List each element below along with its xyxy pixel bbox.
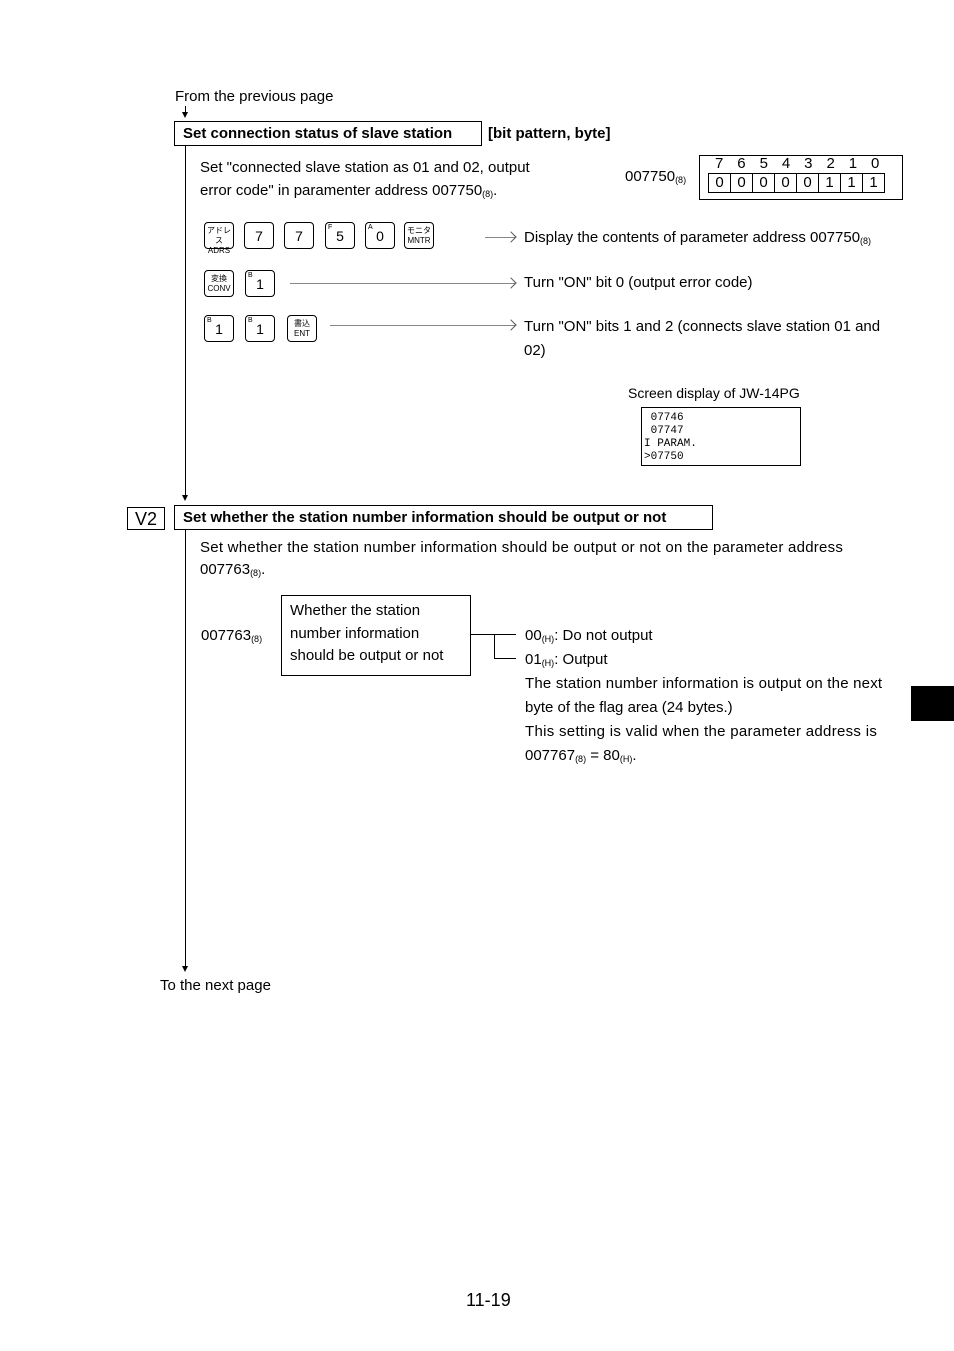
manual-page: From the previous page Set connection st…	[0, 0, 954, 1351]
section1-title: Set connection status of slave station	[174, 121, 482, 146]
bit-value: 0	[708, 173, 731, 193]
bit-header: 6	[737, 155, 746, 172]
key-1[interactable]: B1	[204, 315, 234, 342]
key-jp-label: 書込	[294, 319, 310, 328]
key-shift-label: B	[248, 272, 253, 279]
note-line: byte of the flag area (24 bytes.)	[525, 699, 733, 716]
section2-title: Set whether the station number informati…	[174, 505, 713, 530]
note-line: The station number information is output…	[525, 675, 883, 692]
key-7[interactable]: 7	[244, 222, 274, 249]
from-previous-label: From the previous page	[175, 88, 334, 105]
arrow-down-icon	[182, 966, 188, 972]
step1-text: Display the contents of parameter addres…	[524, 229, 872, 246]
bit-header: 3	[804, 155, 813, 172]
key-1[interactable]: B1	[245, 270, 275, 297]
key-jp-label: 変換	[211, 274, 227, 283]
bit-header: 4	[781, 155, 791, 172]
bit-value: 0	[796, 173, 819, 193]
bit-header: 0	[871, 155, 880, 172]
section1-tag: [bit pattern, byte]	[488, 125, 611, 142]
screen-caption: Screen display of JW-14PG	[628, 385, 800, 401]
key-shift-label: F	[328, 224, 333, 231]
bit-value: 1	[818, 173, 841, 193]
key-jp-label: モニタ	[407, 226, 431, 235]
bit-address: 007750(8)	[625, 168, 687, 185]
lcd-line: I PARAM.	[644, 438, 697, 450]
bit-values: 0 0 0 0 0 1 1 1	[708, 173, 885, 193]
key-shift-label: A	[368, 224, 373, 231]
note-line: This setting is valid when the parameter…	[525, 723, 878, 740]
page-number: 11-19	[466, 1290, 511, 1310]
key-shift-label: B	[207, 317, 212, 324]
bit-header: 7	[714, 155, 724, 172]
step3-text: Turn "ON" bits 1 and 2 (connects slave s…	[524, 318, 881, 335]
key-label: 1	[256, 321, 264, 337]
arrow-right-icon	[290, 283, 515, 284]
key-adrs[interactable]: アドレス ADRS	[204, 222, 234, 255]
to-next-label: To the next page	[160, 977, 271, 994]
option-00: 00(H): Do not output	[525, 627, 653, 644]
key-label: 5	[336, 228, 344, 244]
connector-line	[494, 634, 495, 659]
bit-value: 0	[752, 173, 775, 193]
key-jp-label: アドレス	[207, 226, 231, 245]
lcd-line: 07747	[644, 425, 684, 437]
bit-value: 0	[774, 173, 797, 193]
key-mntr[interactable]: モニタ MNTR	[404, 222, 434, 249]
note-line: 007767(8) = 80(H).	[525, 747, 637, 764]
key-1[interactable]: B1	[245, 315, 275, 342]
bit-value: 0	[730, 173, 753, 193]
flow-line	[185, 146, 186, 496]
key-en-label: CONV	[207, 284, 231, 293]
bit-header: 1	[848, 155, 858, 172]
bit-value: 1	[862, 173, 885, 193]
key-7[interactable]: 7	[284, 222, 314, 249]
key-en-label: ADRS	[207, 246, 231, 255]
arrow-down-icon	[182, 495, 188, 501]
param-description-box: Whether the station number information s…	[281, 595, 471, 676]
key-5[interactable]: F5	[325, 222, 355, 249]
bit-header: 5	[759, 155, 768, 172]
bit-value: 1	[840, 173, 863, 193]
box-line: should be output or not	[290, 647, 444, 664]
step2-text: Turn "ON" bit 0 (output error code)	[524, 274, 753, 291]
key-shift-label: B	[248, 317, 253, 324]
arrow-right-icon	[485, 237, 515, 238]
key-label: 1	[215, 321, 223, 337]
arrow-down-icon	[182, 112, 188, 118]
key-label: 1	[256, 276, 264, 292]
lcd-line: >07750	[644, 451, 684, 463]
section2-marker: V2	[127, 507, 165, 530]
bit-header: 2	[826, 155, 835, 172]
key-en-label: ENT	[294, 329, 310, 338]
box-line: Whether the station	[290, 602, 421, 619]
section1-desc-line2: error code" in paramenter address 007750…	[200, 182, 498, 199]
param-address: 007763(8)	[201, 627, 263, 644]
lcd-screen: 07746 07747 I PARAM. >07750	[641, 407, 801, 466]
bit-headers: 7 6 5 4 3 2 1 0	[708, 156, 886, 172]
key-conv[interactable]: 変換 CONV	[204, 270, 234, 297]
key-0[interactable]: A0	[365, 222, 395, 249]
arrow-right-icon	[330, 325, 515, 326]
section1-desc-line1: Set "connected slave station as 01 and 0…	[200, 159, 530, 176]
section2-desc-line1: Set whether the station number informati…	[200, 539, 844, 556]
lcd-line: 07746	[644, 412, 684, 424]
chapter-tab	[911, 686, 954, 721]
box-line: number information	[290, 624, 420, 642]
connector-line	[494, 658, 516, 659]
key-en-label: MNTR	[407, 236, 431, 245]
step3-text-cont: 02)	[524, 342, 546, 359]
key-ent[interactable]: 書込 ENT	[287, 315, 317, 342]
key-label: 0	[376, 228, 384, 244]
flow-line	[185, 530, 186, 967]
section2-desc-line2: 007763(8).	[200, 561, 266, 578]
bit-pattern-box: 7 6 5 4 3 2 1 0 0 0 0 0 0 1 1 1	[699, 155, 903, 200]
option-01: 01(H): Output	[525, 651, 608, 668]
